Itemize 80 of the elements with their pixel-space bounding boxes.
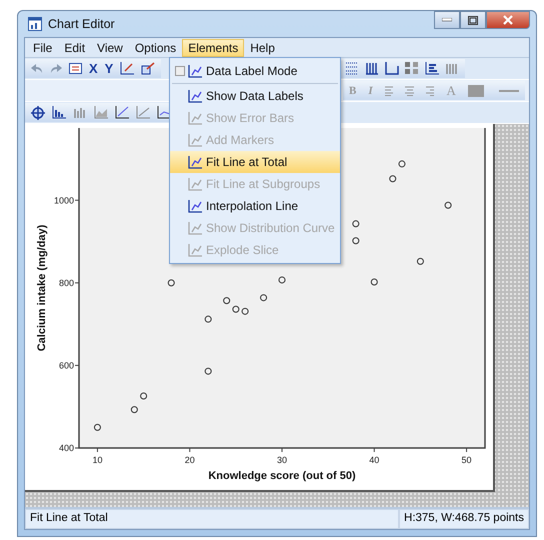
- data-point: [416, 258, 424, 265]
- resize-icon[interactable]: [141, 62, 156, 75]
- axis-toolbar-button[interactable]: X: [89, 61, 98, 76]
- line-chart-icon[interactable]: [157, 106, 171, 119]
- line-chart-icon: [188, 64, 202, 78]
- window-title: Chart Editor: [48, 17, 115, 31]
- align-center-icon[interactable]: [405, 86, 414, 96]
- y-tick-label: 600: [58, 360, 74, 370]
- x-tick-label: 50: [462, 455, 472, 465]
- data-point: [260, 294, 268, 302]
- data-point: [278, 276, 286, 284]
- x-tick-label: 20: [184, 455, 195, 465]
- data-point: [352, 237, 360, 244]
- close-button[interactable]: [486, 11, 530, 29]
- data-point: [223, 297, 230, 304]
- menu-item[interactable]: Elements: [182, 38, 244, 56]
- y-axis-title: Calcium intake (mg/day): [36, 224, 48, 352]
- menu-option[interactable]: Fit Line at Total: [170, 151, 340, 173]
- chart-axis-icon[interactable]: [120, 62, 134, 75]
- y-tick-label: 800: [58, 278, 74, 288]
- axis-toolbar-button[interactable]: Y: [104, 61, 114, 76]
- minimize-button[interactable]: [434, 11, 460, 29]
- x-axis-title: Knowledge score (out of 50): [208, 470, 356, 482]
- maximize-icon: [468, 16, 478, 24]
- chart-window-icon: [28, 17, 42, 31]
- minimize-icon: [442, 18, 452, 22]
- menu-option[interactable]: Show Data Labels: [170, 85, 340, 107]
- data-point: [352, 220, 360, 228]
- x-tick-label: 10: [92, 455, 102, 465]
- line-chart-icon: [188, 134, 202, 146]
- menu-item[interactable]: Help: [244, 38, 281, 56]
- data-point: [168, 279, 175, 286]
- redo-icon[interactable]: [50, 64, 62, 74]
- fill-color-icon[interactable]: [468, 84, 487, 96]
- line-chart-icon: [188, 244, 202, 256]
- x-tick-label: 40: [369, 455, 380, 465]
- area-chart-icon[interactable]: [94, 106, 108, 119]
- undo-icon[interactable]: [31, 64, 43, 74]
- align-left-icon[interactable]: [384, 86, 394, 96]
- line-chart-icon: [188, 222, 202, 234]
- menu-option[interactable]: Interpolation Line: [170, 195, 340, 217]
- close-icon: [503, 15, 513, 25]
- data-point: [232, 306, 240, 313]
- bracket-icon[interactable]: [385, 62, 400, 75]
- status-message: Fit Line at Total: [25, 509, 400, 529]
- data-point: [94, 424, 101, 431]
- data-point: [389, 175, 396, 182]
- chart-size-readout: H:375, W:468.75 points: [399, 509, 529, 529]
- data-point: [398, 160, 406, 168]
- data-point: [444, 202, 452, 209]
- menu-item[interactable]: Options: [128, 38, 182, 56]
- properties-icon[interactable]: [69, 63, 82, 74]
- line-chart-icon: [188, 90, 202, 102]
- menu-item[interactable]: View: [91, 38, 129, 56]
- maximize-button[interactable]: [460, 11, 486, 29]
- line-chart-icon: [188, 178, 202, 190]
- legend-icon[interactable]: [405, 62, 420, 75]
- target-icon[interactable]: [31, 106, 45, 120]
- line-chart-icon: [188, 112, 202, 124]
- data-point: [204, 316, 212, 323]
- checkbox[interactable]: [175, 66, 185, 76]
- y-tick-label: 1000: [54, 195, 74, 206]
- x-tick-label: 30: [277, 455, 287, 465]
- scatter-line-icon[interactable]: [115, 106, 129, 119]
- data-point: [140, 392, 148, 400]
- bar-chart-icon[interactable]: [52, 106, 66, 119]
- data-point: [370, 278, 378, 286]
- data-point: [242, 308, 249, 315]
- data-point: [130, 406, 138, 414]
- bar-chart-icon[interactable]: [425, 62, 440, 75]
- align-right-icon[interactable]: [426, 86, 434, 96]
- menu-option[interactable]: Data Label Mode: [170, 60, 340, 82]
- grid-icon[interactable]: [345, 62, 360, 75]
- y-tick-label: 400: [58, 443, 74, 453]
- menu-item[interactable]: Edit: [58, 38, 92, 56]
- data-point: [204, 368, 212, 375]
- line-chart-icon: [188, 200, 202, 212]
- line-chart-icon: [188, 156, 202, 168]
- grid-icon[interactable]: [365, 62, 380, 75]
- menu-item[interactable]: File: [27, 38, 58, 56]
